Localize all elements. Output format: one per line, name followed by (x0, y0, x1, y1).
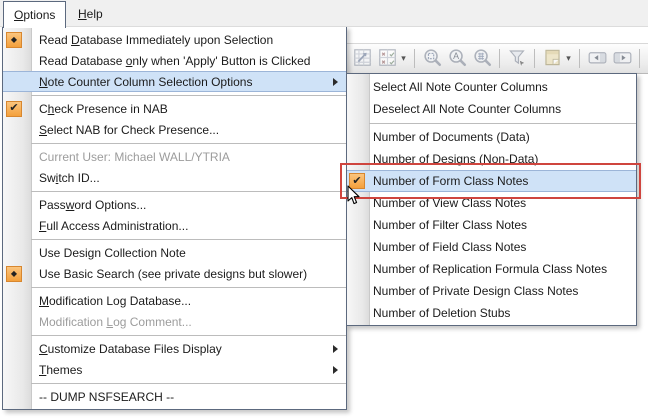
menu-item-label: Check Presence in NAB (39, 102, 168, 116)
toolbar-separator (579, 49, 580, 68)
menu-item-label: Use Design Collection Note (39, 246, 186, 260)
menu-item-use-design-collection-note[interactable]: Use Design Collection Note (3, 242, 346, 263)
note-counter-submenu-panel: Select All Note Counter Columns Deselect … (346, 73, 637, 326)
toolbar-button-zoom-font: A (445, 47, 469, 71)
menu-tab-options[interactable]: Options (3, 1, 66, 28)
menu-item-label: Number of Filter Class Notes (373, 218, 527, 232)
zoom-table-icon (473, 48, 492, 70)
expand-panel-icon (613, 48, 632, 70)
menu-item-customize-database-files-display[interactable]: Customize Database Files Display (3, 338, 346, 359)
app-window: Options Help ▾ A ▾ ◆ Read Database Immediate… (0, 0, 648, 418)
menu-item-number-of-designs-non-data[interactable]: Number of Designs (Non-Data) (347, 148, 636, 170)
menu-item-select-all-note-counter-columns[interactable]: Select All Note Counter Columns (347, 76, 636, 98)
menu-item-read-database-immediately-upon-selection[interactable]: ◆ Read Database Immediately upon Selectio… (3, 29, 346, 50)
menu-item-label: Switch ID... (39, 171, 100, 185)
toolbar-separator (534, 49, 535, 68)
menu-item-full-access-administration[interactable]: Full Access Administration... (3, 215, 346, 236)
toolbar-separator (499, 49, 500, 68)
checkmark-icon: ✔ (6, 101, 22, 117)
menu-item-label: Customize Database Files Display (39, 342, 222, 356)
collapse-panel-icon (588, 48, 607, 70)
menu-item-note-counter-column-selection-options[interactable]: Note Counter Column Selection Options (3, 71, 346, 92)
menu-item-number-of-filter-class-notes[interactable]: Number of Filter Class Notes (347, 214, 636, 236)
menu-item-label: Current User: Michael WALL/YTRIA (39, 150, 230, 164)
menu-tab-help[interactable]: Help (68, 1, 113, 26)
toolbar-button-collapse-panel (585, 47, 609, 71)
toolbar: ▾ A ▾ (340, 43, 648, 74)
menu-item-number-of-private-design-class-notes[interactable]: Number of Private Design Class Notes (347, 280, 636, 302)
menu-item-label: Use Basic Search (see private designs bu… (39, 267, 307, 281)
zoom-font-icon: A (448, 48, 467, 70)
menu-tab-label: Help (78, 7, 103, 21)
menu-item-themes[interactable]: Themes (3, 359, 346, 380)
menu-item-label: Full Access Administration... (39, 219, 188, 233)
toolbar-button-sticky-note (540, 47, 564, 71)
menu-item-label: -- DUMP NSFSEARCH -- (39, 390, 174, 404)
menu-item-label: Deselect All Note Counter Columns (373, 102, 561, 116)
menu-item-label: Number of Designs (Non-Data) (373, 152, 538, 166)
menu-item-label: Password Options... (39, 198, 146, 212)
menu-item-modification-log-comment: Modification Log Comment... (3, 311, 346, 332)
menu-item-password-options[interactable]: Password Options... (3, 194, 346, 215)
zoom-selection-icon (423, 48, 442, 70)
submenu-arrow-icon (333, 345, 338, 353)
radio-selected-icon: ◆ (6, 266, 22, 282)
svg-text:A: A (453, 51, 459, 61)
table-checkmarks-icon (378, 48, 397, 70)
menu-item-number-of-deletion-stubs[interactable]: Number of Deletion Stubs (347, 302, 636, 324)
menu-item-label: Number of Field Class Notes (373, 240, 526, 254)
menu-item-label: Read Database only when 'Apply' Button i… (39, 54, 310, 68)
menu-item-label: Note Counter Column Selection Options (39, 75, 252, 89)
menu-item-deselect-all-note-counter-columns[interactable]: Deselect All Note Counter Columns (347, 98, 636, 120)
dropdown-arrow-icon: ▾ (563, 53, 574, 64)
menu-item-label: Modification Log Database... (39, 294, 191, 308)
menu-item-check-presence-in-nab[interactable]: ✔ Check Presence in NAB (3, 98, 346, 119)
menu-bar: Options Help (0, 0, 648, 27)
menu-item-label: Select NAB for Check Presence... (39, 123, 219, 137)
menu-item-use-basic-search-see-private-designs-but-s[interactable]: ◆ Use Basic Search (see private designs b… (3, 263, 346, 284)
toolbar-button-zoom-table (470, 47, 494, 71)
radio-selected-icon: ◆ (6, 32, 22, 48)
menu-item-select-nab-for-check-presence[interactable]: Select NAB for Check Presence... (3, 119, 346, 140)
menu-item-label: Read Database Immediately upon Selection (39, 33, 273, 47)
menu-item-number-of-form-class-notes[interactable]: ✔Number of Form Class Notes (347, 170, 636, 192)
submenu-arrow-icon (333, 78, 338, 86)
dropdown-arrow-icon: ▾ (398, 53, 409, 64)
menu-item-number-of-replication-formula-class-notes[interactable]: Number of Replication Formula Class Note… (347, 258, 636, 280)
options-menu-items: ◆ Read Database Immediately upon Selectio… (3, 27, 346, 409)
toolbar-button-expand-panel (610, 47, 634, 71)
menu-item-number-of-documents-data[interactable]: Number of Documents (Data) (347, 126, 636, 148)
menu-item-number-of-field-class-notes[interactable]: Number of Field Class Notes (347, 236, 636, 258)
toolbar-button-table-select (350, 47, 374, 71)
menu-item-label: Modification Log Comment... (39, 315, 192, 329)
menu-item-modification-log-database[interactable]: Modification Log Database... (3, 290, 346, 311)
menu-item-number-of-view-class-notes[interactable]: Number of View Class Notes (347, 192, 636, 214)
menu-item-switch-id[interactable]: Switch ID... (3, 167, 346, 188)
toolbar-separator (639, 49, 640, 68)
filter-icon (508, 48, 527, 70)
toolbar-button-filter (505, 47, 529, 71)
mouse-cursor-icon (347, 185, 361, 206)
menu-item-label: Number of Documents (Data) (373, 130, 530, 144)
note-counter-submenu-items: Select All Note Counter Columns Deselect … (347, 74, 636, 325)
menu-item-label: Select All Note Counter Columns (373, 80, 548, 94)
menu-item-current-user-michael-wall-ytria: Current User: Michael WALL/YTRIA (3, 146, 346, 167)
menu-tab-label: Options (14, 8, 55, 22)
sticky-note-icon (543, 48, 562, 70)
menu-item-label: Number of Private Design Class Notes (373, 284, 578, 298)
menu-item-read-database-only-when-apply-button-is-cl[interactable]: Read Database only when 'Apply' Button i… (3, 50, 346, 71)
submenu-arrow-icon (333, 366, 338, 374)
menu-item-label: Number of Form Class Notes (373, 174, 528, 188)
toolbar-button-table-checkmarks (375, 47, 399, 71)
menu-item-label: Number of View Class Notes (373, 196, 526, 210)
options-menu-panel: ◆ Read Database Immediately upon Selectio… (2, 26, 347, 410)
toolbar-button-zoom-selection (420, 47, 444, 71)
table-select-icon (353, 48, 372, 70)
menu-item-label: Number of Replication Formula Class Note… (373, 262, 607, 276)
menu-item-label: Number of Deletion Stubs (373, 306, 510, 320)
menu-item-label: Themes (39, 363, 82, 377)
menu-item-dump-nsfsearch[interactable]: -- DUMP NSFSEARCH -- (3, 386, 346, 407)
toolbar-separator (414, 49, 415, 68)
